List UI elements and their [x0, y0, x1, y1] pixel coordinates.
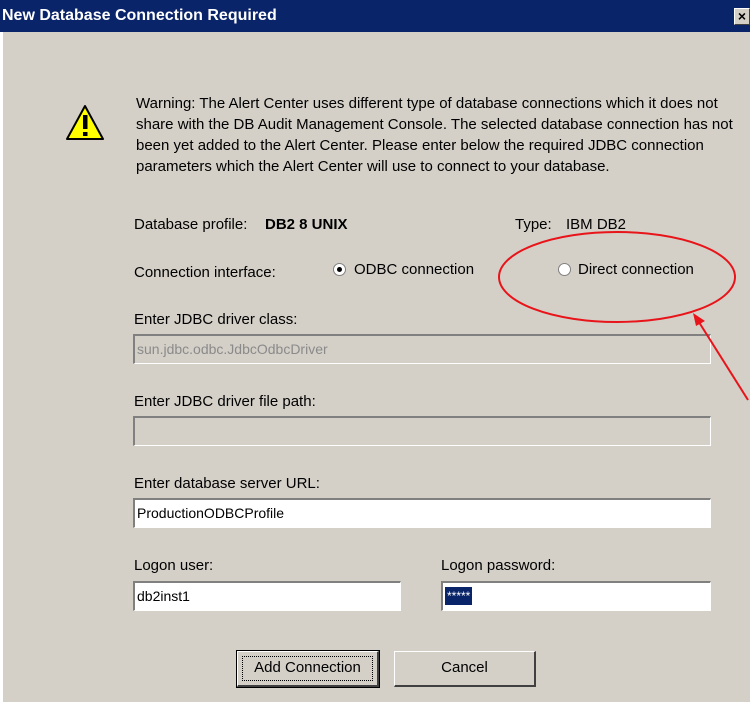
driver-class-label: Enter JDBC driver class:	[134, 311, 298, 328]
database-profile-label: Database profile:	[134, 216, 248, 233]
title-bar[interactable]: New Database Connection Required ×	[0, 0, 750, 32]
window-title: New Database Connection Required	[2, 7, 277, 24]
logon-user-field[interactable]: db2inst1	[133, 581, 401, 611]
close-button[interactable]: ×	[734, 8, 750, 25]
server-url-label: Enter database server URL:	[134, 475, 320, 492]
odbc-connection-label[interactable]: ODBC connection	[354, 261, 474, 278]
cancel-button[interactable]: Cancel	[394, 651, 536, 687]
type-value: IBM DB2	[566, 216, 627, 233]
connection-interface-label: Connection interface:	[134, 264, 276, 281]
dialog-body: Warning: The Alert Center uses different…	[3, 32, 750, 702]
warning-message: Warning: The Alert Center uses different…	[136, 95, 733, 175]
odbc-connection-radio[interactable]	[333, 263, 346, 276]
database-profile-value: DB2 8 UNIX	[265, 216, 348, 233]
driver-class-field[interactable]: sun.jdbc.odbc.JdbcOdbcDriver	[133, 334, 711, 364]
driver-path-field[interactable]	[133, 416, 711, 446]
focus-ring	[242, 656, 373, 681]
logon-password-label: Logon password:	[441, 557, 556, 574]
logon-password-field[interactable]: *****	[441, 581, 711, 611]
direct-connection-label[interactable]: Direct connection	[578, 261, 694, 278]
server-url-field[interactable]: ProductionODBCProfile	[133, 498, 711, 528]
logon-user-label: Logon user:	[134, 557, 214, 574]
password-mask: *****	[445, 587, 473, 605]
cancel-label: Cancel	[441, 659, 488, 676]
warning-icon	[66, 105, 104, 140]
type-label: Type:	[515, 216, 552, 233]
close-icon: ×	[737, 8, 747, 24]
direct-connection-radio[interactable]	[558, 263, 571, 276]
add-connection-button[interactable]: Add Connection	[236, 650, 380, 688]
driver-path-label: Enter JDBC driver file path:	[134, 393, 316, 410]
